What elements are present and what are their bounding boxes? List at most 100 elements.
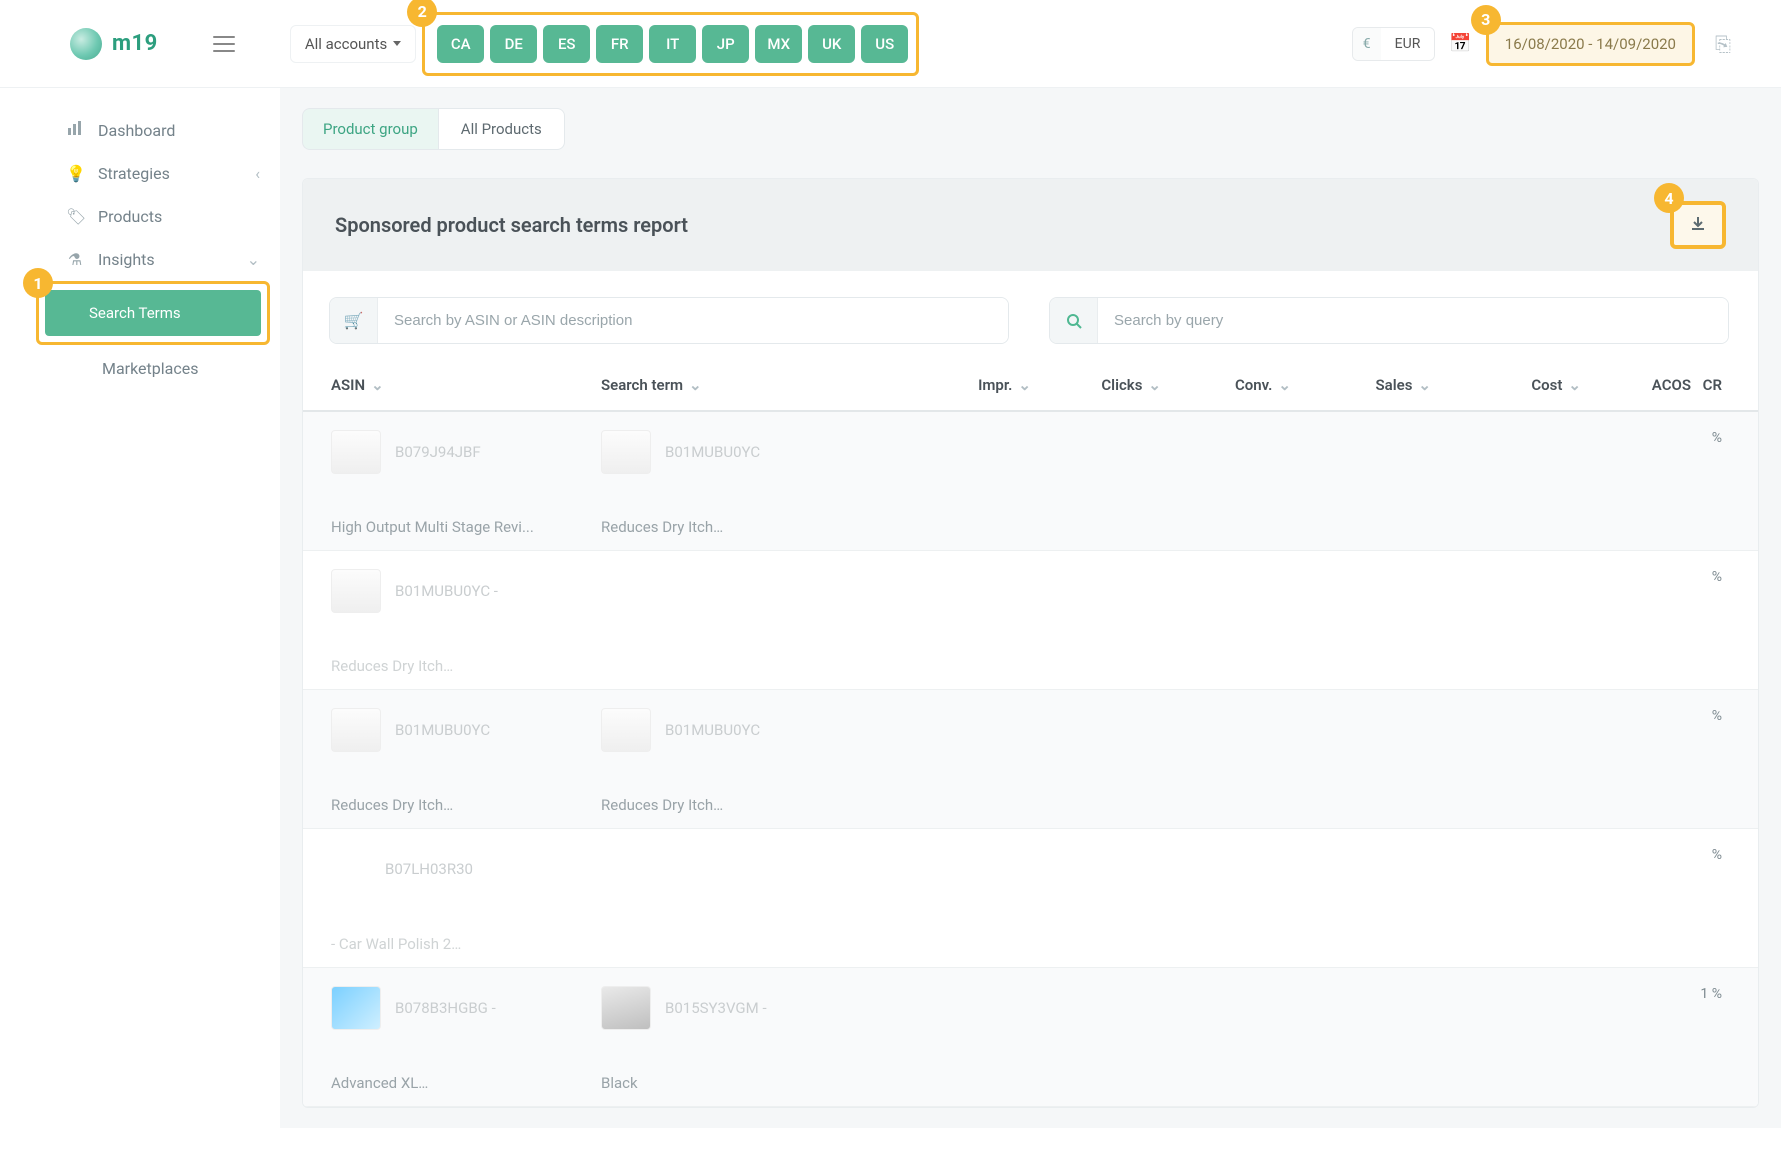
date-range-picker[interactable]: 3 16/08/2020 - 14/09/2020	[1486, 22, 1695, 66]
flask-icon: ⚗	[66, 250, 84, 269]
tag-icon: 🏷	[66, 207, 84, 226]
search-query-input[interactable]	[1098, 298, 1728, 343]
col-cost[interactable]: Cost⌄	[1431, 376, 1581, 394]
cell-asin: B01MUBU0YC Reduces Dry Itch…	[331, 708, 601, 814]
sort-icon: ⌄	[689, 376, 702, 394]
calendar-icon[interactable]: 📅	[1445, 33, 1475, 54]
bar-chart-icon	[66, 120, 84, 140]
product-thumb	[601, 708, 651, 752]
cell-asin: B07LH03R30 - Car Wall Polish 2…	[331, 847, 601, 953]
sidebar-item-label: Products	[98, 207, 162, 226]
market-button-mx[interactable]: MX	[755, 25, 802, 63]
col-acos: ACOS	[1581, 376, 1691, 394]
cart-icon: 🛒	[330, 298, 378, 343]
product-thumb	[331, 569, 381, 613]
sidebar-sub-search-terms[interactable]: Search Terms	[45, 290, 261, 336]
cell-asin: B078B3HGBG - Advanced XL…	[331, 986, 601, 1092]
sidebar-sub-marketplaces[interactable]: Marketplaces	[66, 345, 280, 384]
sidebar-item-products[interactable]: 🏷 Products	[66, 195, 280, 238]
report-header: Sponsored product search terms report 4	[303, 179, 1758, 271]
currency-selector[interactable]: € EUR	[1352, 27, 1436, 61]
sidebar-item-strategies[interactable]: 💡 Strategies ‹	[66, 152, 280, 195]
product-thumb	[331, 847, 371, 891]
currency-code: EUR	[1381, 28, 1435, 60]
asin-code: B078B3HGBG -	[395, 999, 496, 1017]
sidebar-item-label: Strategies	[98, 164, 170, 183]
cell-term: B01MUBU0YC Reduces Dry Itch…	[601, 430, 891, 536]
cell-term: B015SY3VGM - Black	[601, 986, 891, 1092]
brand-logo: m19	[70, 28, 158, 60]
asin-desc: High Output Multi Stage Revi...	[331, 518, 601, 536]
product-thumb	[331, 430, 381, 474]
asin-desc: Reduces Dry Itch…	[331, 796, 601, 814]
search-query-box	[1049, 297, 1729, 344]
col-sales[interactable]: Sales⌄	[1291, 376, 1431, 394]
sidebar-item-dashboard[interactable]: Dashboard	[66, 108, 280, 152]
table-row: B01MUBU0YC - Reduces Dry Itch… %	[303, 551, 1758, 690]
logo-icon	[70, 28, 102, 60]
menu-toggle-icon[interactable]	[213, 36, 235, 52]
market-button-it[interactable]: IT	[649, 25, 696, 63]
search-asin-input[interactable]	[378, 298, 1008, 343]
search-icon	[1050, 298, 1098, 343]
report-filters: 🛒	[303, 271, 1758, 354]
product-thumb	[331, 986, 381, 1030]
lightbulb-icon: 💡	[66, 164, 84, 183]
accounts-dropdown[interactable]: All accounts	[290, 25, 416, 63]
accounts-label: All accounts	[305, 35, 387, 53]
sidebar-item-insights[interactable]: ⚗ Insights ⌄	[66, 238, 280, 281]
col-asin[interactable]: ASIN⌄	[331, 376, 601, 394]
asin-desc: Advanced XL…	[331, 1074, 601, 1092]
cell-asin: B079J94JBF High Output Multi Stage Revi.…	[331, 430, 601, 536]
sort-icon: ⌄	[1568, 376, 1581, 394]
download-button[interactable]: 4	[1670, 201, 1726, 249]
product-thumb	[601, 430, 651, 474]
currency-symbol: €	[1353, 28, 1381, 60]
col-search-term[interactable]: Search term⌄	[601, 376, 891, 394]
sidebar-item-label: Insights	[98, 250, 155, 269]
col-cr: CR	[1691, 376, 1730, 394]
cell-cr: %	[891, 708, 1730, 814]
chevron-left-icon: ‹	[255, 164, 260, 183]
asin-code: B079J94JBF	[395, 443, 481, 461]
product-group-selector[interactable]: Product group All Products	[302, 108, 1759, 150]
annotation-badge-4: 4	[1654, 183, 1684, 213]
term-code: B01MUBU0YC	[665, 721, 760, 739]
annotation-badge-2: 2	[407, 0, 437, 27]
market-button-jp[interactable]: JP	[702, 25, 749, 63]
col-clicks[interactable]: Clicks⌄	[1031, 376, 1161, 394]
sort-icon: ⌄	[1418, 376, 1431, 394]
sidebar-item-label: Dashboard	[98, 121, 175, 140]
sort-icon: ⌄	[371, 376, 384, 394]
term-desc: Reduces Dry Itch…	[601, 796, 891, 814]
cell-asin: B01MUBU0YC - Reduces Dry Itch…	[331, 569, 601, 675]
market-button-uk[interactable]: UK	[808, 25, 855, 63]
term-code: B015SY3VGM -	[665, 999, 767, 1017]
sort-icon: ⌄	[1018, 376, 1031, 394]
asin-code: B01MUBU0YC -	[395, 582, 498, 600]
asin-code: B01MUBU0YC	[395, 721, 490, 739]
market-button-us[interactable]: US	[861, 25, 908, 63]
annotation-badge-1: 1	[23, 268, 53, 298]
cell-term	[601, 847, 891, 953]
market-button-fr[interactable]: FR	[596, 25, 643, 63]
sidebar: Dashboard 💡 Strategies ‹ 🏷 Products ⚗ In…	[0, 88, 280, 1128]
annotation-badge-3: 3	[1471, 5, 1501, 35]
cell-cr: %	[891, 847, 1730, 953]
market-button-ca[interactable]: CA	[437, 25, 484, 63]
asin-desc: Reduces Dry Itch…	[331, 657, 601, 675]
asin-code: B07LH03R30	[385, 860, 473, 878]
product-thumb	[331, 708, 381, 752]
sort-icon: ⌄	[1148, 376, 1161, 394]
cell-term: B01MUBU0YC Reduces Dry Itch…	[601, 708, 891, 814]
col-impr[interactable]: Impr.⌄	[891, 376, 1031, 394]
table-row: B07LH03R30 - Car Wall Polish 2… %	[303, 829, 1758, 968]
logout-icon[interactable]: ⎘	[1715, 32, 1731, 56]
date-range-label: 16/08/2020 - 14/09/2020	[1505, 35, 1676, 53]
market-button-es[interactable]: ES	[543, 25, 590, 63]
term-desc: Black	[601, 1074, 891, 1092]
col-conv[interactable]: Conv.⌄	[1161, 376, 1291, 394]
header-right: € EUR 📅 3 16/08/2020 - 14/09/2020 ⎘	[1352, 22, 1731, 66]
market-button-de[interactable]: DE	[490, 25, 537, 63]
cell-term	[601, 569, 891, 675]
